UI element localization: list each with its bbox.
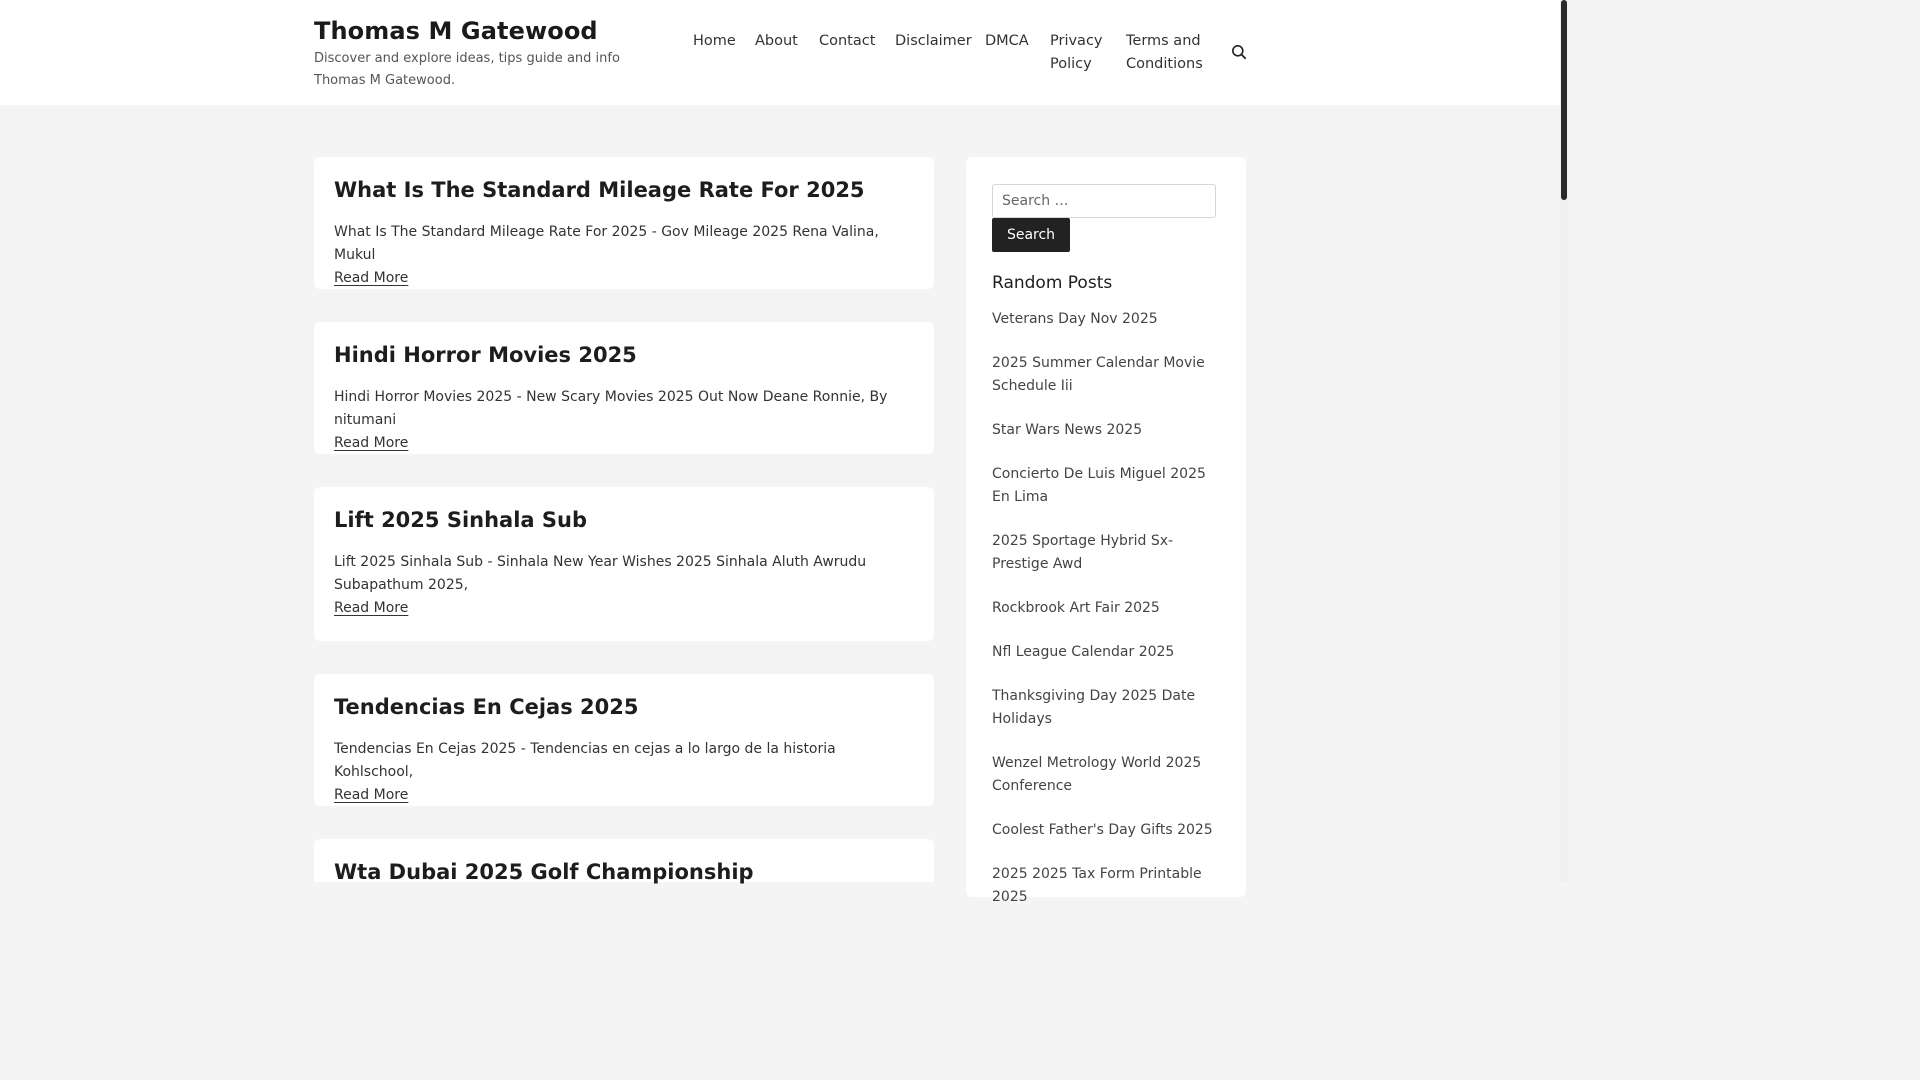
post-title[interactable]: Wta Dubai 2025 Golf Championship: [334, 857, 914, 887]
nav-about[interactable]: About: [755, 30, 798, 53]
random-post-link[interactable]: Veterans Day Nov 2025: [992, 308, 1222, 331]
post-card: Lift 2025 Sinhala Sub Lift 2025 Sinhala …: [314, 487, 934, 641]
search-icon[interactable]: [1231, 44, 1247, 60]
random-post-link[interactable]: 2025 2025 Tax Form Printable 2025: [992, 863, 1222, 909]
post-excerpt: Tendencias En Cejas 2025 - Tendencias en…: [334, 741, 836, 780]
nav-contact[interactable]: Contact: [819, 30, 875, 53]
search-button[interactable]: Search: [992, 218, 1070, 252]
post-card: What Is The Standard Mileage Rate For 20…: [314, 157, 934, 289]
nav-home[interactable]: Home: [693, 30, 736, 53]
random-post-link[interactable]: Rockbrook Art Fair 2025: [992, 597, 1222, 620]
random-post-link[interactable]: 2025 Sportage Hybrid Sx-Prestige Awd: [992, 530, 1222, 576]
post-card: Hindi Horror Movies 2025 Hindi Horror Mo…: [314, 322, 934, 454]
site-title[interactable]: Thomas M Gatewood: [314, 16, 664, 46]
random-post-link[interactable]: Nfl League Calendar 2025: [992, 641, 1222, 664]
post-title[interactable]: What Is The Standard Mileage Rate For 20…: [334, 175, 914, 205]
post-title[interactable]: Hindi Horror Movies 2025: [334, 340, 914, 370]
random-post-link[interactable]: Concierto De Luis Miguel 2025 En Lima: [992, 463, 1222, 509]
site-description: Discover and explore ideas, tips guide a…: [314, 51, 620, 88]
search-input[interactable]: [992, 184, 1216, 218]
sidebar: Search Random Posts Veterans Day Nov 202…: [966, 157, 1246, 905]
site-header: Thomas M Gatewood Discover and explore i…: [0, 0, 1560, 105]
page-scrollbar-thumb[interactable]: [1561, 0, 1567, 200]
read-more-link[interactable]: Read More: [334, 432, 408, 454]
nav-terms-and-conditions[interactable]: Terms and Conditions: [1126, 30, 1210, 76]
post-excerpt: What Is The Standard Mileage Rate For 20…: [334, 224, 879, 263]
post-title[interactable]: Lift 2025 Sinhala Sub: [334, 505, 914, 535]
random-post-link[interactable]: 2025 Summer Calendar Movie Schedule Iii: [992, 352, 1222, 398]
random-post-link[interactable]: Wenzel Metrology World 2025 Conference: [992, 752, 1222, 798]
site-branding: Thomas M Gatewood Discover and explore i…: [314, 16, 664, 92]
random-post-link[interactable]: Thanksgiving Day 2025 Date Holidays: [992, 685, 1222, 731]
post-card: Tendencias En Cejas 2025 Tendencias En C…: [314, 674, 934, 806]
read-more-link[interactable]: Read More: [334, 784, 408, 806]
post-excerpt: Lift 2025 Sinhala Sub - Sinhala New Year…: [334, 554, 867, 593]
random-posts-heading: Random Posts: [992, 273, 1113, 293]
nav-disclaimer[interactable]: Disclaimer: [895, 30, 972, 53]
random-post-link[interactable]: Star Wars News 2025: [992, 419, 1222, 442]
read-more-link[interactable]: Read More: [334, 267, 408, 289]
random-post-link[interactable]: Coolest Father's Day Gifts 2025: [992, 819, 1222, 842]
read-more-link[interactable]: Read More: [334, 597, 408, 619]
post-card: Wta Dubai 2025 Golf Championship: [314, 839, 934, 884]
nav-dmca[interactable]: DMCA: [985, 30, 1029, 53]
post-title[interactable]: Tendencias En Cejas 2025: [334, 692, 914, 722]
post-excerpt: Hindi Horror Movies 2025 - New Scary Mov…: [334, 389, 888, 428]
nav-privacy-policy[interactable]: Privacy Policy: [1050, 30, 1114, 76]
